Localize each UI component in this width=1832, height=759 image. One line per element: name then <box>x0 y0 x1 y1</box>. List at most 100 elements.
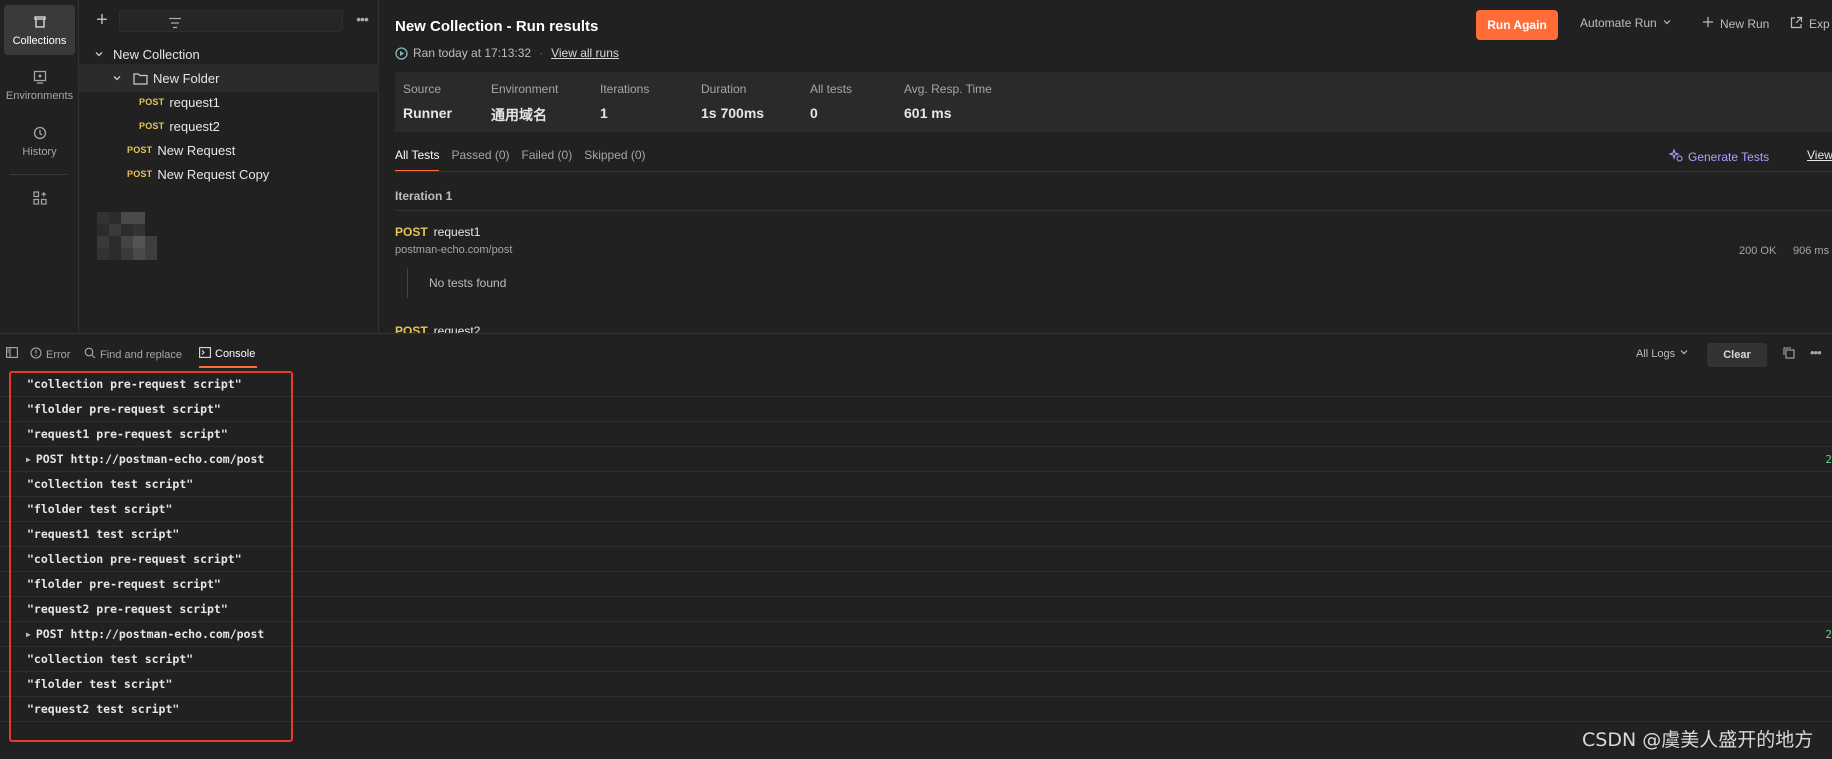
tab-find-replace[interactable]: Find and replace <box>84 347 182 362</box>
sidebar-toggle-icon <box>6 347 18 361</box>
log-entry[interactable]: "collection test script" <box>0 472 1832 497</box>
stat-value: 601 ms <box>904 105 952 121</box>
rail-item-environments[interactable]: Environments <box>4 60 75 110</box>
log-entry-request[interactable]: ▶ POST http://postman-echo.com/post 2 <box>0 622 1832 647</box>
tab-all-tests[interactable]: All Tests <box>395 148 440 172</box>
iteration-divider <box>395 210 1832 211</box>
log-level-select[interactable]: All Logs <box>1636 347 1689 360</box>
new-run-button[interactable]: New Run <box>1702 16 1769 31</box>
log-text: "collection test script" <box>27 477 194 491</box>
expand-triangle-icon[interactable]: ▶ <box>26 630 31 639</box>
log-text: "flolder test script" <box>27 677 173 691</box>
tab-label: Error <box>46 348 71 361</box>
add-collection-button[interactable]: + <box>91 10 113 32</box>
console-toolbar: Error Find and replace Console All Logs … <box>0 334 1832 372</box>
rail-item-collections[interactable]: Collections <box>4 5 75 55</box>
method-badge: POST <box>139 97 165 107</box>
tab-error[interactable]: Error <box>30 347 70 362</box>
tab-console[interactable]: Console <box>199 347 255 361</box>
separator-dot: · <box>539 46 544 60</box>
run-results-panel: New Collection - Run results Ran today a… <box>379 0 1832 333</box>
sidebar-search-input[interactable] <box>119 10 343 32</box>
log-entry[interactable]: "collection test script" <box>0 647 1832 672</box>
generate-tests-button[interactable]: Generate Tests <box>1668 148 1769 165</box>
stat-environment: Environment 通用域名 <box>491 82 558 125</box>
log-text: POST http://postman-echo.com/post <box>35 452 265 466</box>
stat-value: 0 <box>810 105 818 121</box>
console-log-list: "collection pre-request script" "flolder… <box>0 372 1832 722</box>
stat-iterations: Iterations 1 <box>600 82 649 121</box>
automate-run-button[interactable]: Automate Run <box>1580 16 1672 30</box>
stat-duration: Duration 1s 700ms <box>701 82 764 121</box>
more-options-icon[interactable]: ••• <box>351 10 373 32</box>
log-trail: 2 <box>1825 452 1832 466</box>
expand-triangle-icon[interactable]: ▶ <box>26 455 31 464</box>
stat-value: 通用域名 <box>491 107 547 123</box>
log-entry[interactable]: "collection pre-request script" <box>0 547 1832 572</box>
chevron-down-icon <box>1662 16 1672 30</box>
tab-skipped[interactable]: Skipped (0) <box>584 148 645 172</box>
log-entry-request[interactable]: ▶ POST http://postman-echo.com/post 2 <box>0 447 1832 472</box>
folder-icon <box>133 72 148 85</box>
new-run-label: New Run <box>1720 16 1770 31</box>
log-text: "collection test script" <box>27 652 194 666</box>
chevron-down-icon <box>1679 347 1689 360</box>
stat-label: Duration <box>701 82 747 96</box>
export-button[interactable]: Exp <box>1790 16 1830 32</box>
left-rail: Collections Environments History <box>0 0 79 333</box>
tree-label: request1 <box>169 94 220 110</box>
log-entry[interactable]: "request2 test script" <box>0 697 1832 722</box>
stat-label: Iterations <box>600 82 650 96</box>
view-all-runs-link[interactable]: View all runs <box>551 46 619 60</box>
collections-sidebar: + ••• New Collection New Folder POST req… <box>79 0 379 333</box>
log-entry[interactable]: "flolder pre-request script" <box>0 572 1832 597</box>
log-entry[interactable]: "request1 test script" <box>0 522 1832 547</box>
run-again-button[interactable]: Run Again <box>1476 10 1558 40</box>
log-entry[interactable]: "collection pre-request script" <box>0 372 1832 397</box>
log-text: "request2 test script" <box>27 702 180 716</box>
more-options-icon[interactable]: ••• <box>1810 345 1822 360</box>
request-result-1[interactable]: POST request1 <box>395 225 480 239</box>
export-icon <box>1790 16 1803 32</box>
log-text: POST http://postman-echo.com/post <box>35 627 265 641</box>
log-level-label: All Logs <box>1636 347 1676 360</box>
request-name: request1 <box>433 225 481 239</box>
rail-item-configure[interactable] <box>4 180 75 220</box>
request-result-2[interactable]: POST request2 <box>395 324 480 333</box>
rail-label-environments: Environments <box>5 90 74 102</box>
log-entry[interactable]: "request2 pre-request script" <box>0 597 1832 622</box>
stat-avg-resp-time: Avg. Resp. Time 601 ms <box>904 82 992 121</box>
active-tab-indicator <box>199 366 257 368</box>
automate-run-label: Automate Run <box>1580 16 1657 30</box>
rail-item-history[interactable]: History <box>4 116 75 166</box>
copy-icon[interactable] <box>1782 346 1796 360</box>
stat-value: 1 <box>600 105 608 121</box>
tree-item-request[interactable]: POST New Request Copy <box>79 160 379 188</box>
tab-passed[interactable]: Passed (0) <box>451 148 509 172</box>
chevron-down-icon <box>93 48 105 60</box>
environments-icon <box>31 68 49 86</box>
stat-all-tests: All tests 0 <box>810 82 852 121</box>
method-badge: POST <box>395 324 428 333</box>
run-meta: Ran today at 17:13:32 · View all runs <box>395 46 619 60</box>
request-name: request2 <box>433 324 481 333</box>
tabs-divider <box>395 171 1832 172</box>
no-tests-message: No tests found <box>429 276 507 290</box>
log-entry[interactable]: "request1 pre-request script" <box>0 422 1832 447</box>
log-text: "request1 test script" <box>27 527 180 541</box>
test-indent-bar <box>407 268 408 298</box>
log-entry[interactable]: "flolder test script" <box>0 497 1832 522</box>
export-label: Exp <box>1809 17 1830 31</box>
log-entry[interactable]: "flolder pre-request script" <box>0 397 1832 422</box>
rail-divider <box>10 174 68 175</box>
tab-failed[interactable]: Failed (0) <box>522 148 573 172</box>
toggle-sidebar-button[interactable] <box>6 347 18 361</box>
log-entry[interactable]: "flolder test script" <box>0 672 1832 697</box>
rail-label-collections: Collections <box>12 35 67 47</box>
sparkle-icon <box>1668 148 1683 165</box>
clear-button[interactable]: Clear <box>1707 343 1767 367</box>
view-link[interactable]: View <box>1807 148 1832 162</box>
tree-label: New Request <box>157 142 236 158</box>
plus-icon <box>1702 16 1714 31</box>
page-title: New Collection - Run results <box>395 18 599 35</box>
